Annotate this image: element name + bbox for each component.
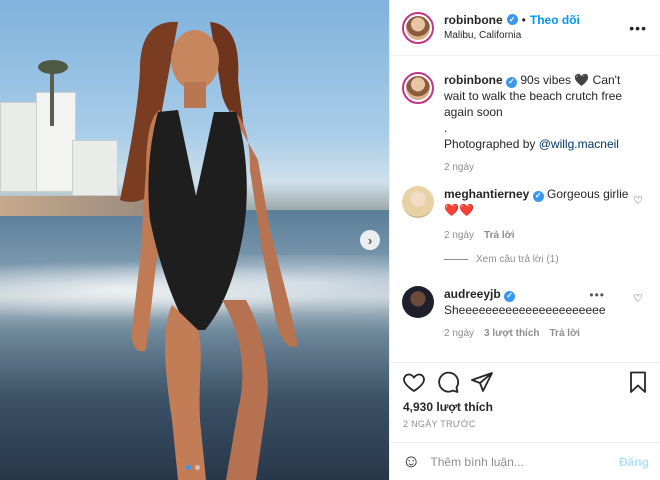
verified-badge-icon: ✓: [504, 290, 516, 302]
instagram-post: › robinbone ✓ • Theo dõi Malibu, Califor…: [0, 0, 660, 480]
author-avatar[interactable]: [402, 11, 434, 44]
comment-avatar[interactable]: [402, 286, 434, 318]
comment-time[interactable]: 2 ngày: [444, 326, 474, 342]
photo-woman-figure: [120, 21, 298, 480]
caption-time[interactable]: 2 ngày: [444, 160, 474, 176]
comment-input[interactable]: [430, 454, 619, 469]
post-location[interactable]: Malibu, California: [444, 28, 580, 44]
post-photo[interactable]: ›: [0, 0, 389, 480]
likes-count[interactable]: 4,930 lượt thích: [403, 400, 493, 414]
verified-badge-icon: ✓: [506, 76, 518, 88]
post-header: robinbone ✓ • Theo dõi Malibu, Californi…: [390, 0, 660, 56]
emoji-icon[interactable]: ☺: [402, 451, 420, 472]
post-actions: [402, 370, 652, 396]
add-comment-bar: ☺ Đăng: [390, 442, 660, 480]
comment-options-icon[interactable]: •••: [589, 288, 605, 302]
comment-avatar[interactable]: [402, 186, 434, 218]
header-separator: •: [521, 12, 526, 27]
comment-bubble-icon[interactable]: [436, 370, 460, 394]
caption-avatar[interactable]: [402, 72, 434, 104]
share-send-icon[interactable]: [470, 370, 494, 394]
comment-like-heart-icon[interactable]: ♡: [633, 194, 643, 207]
caption-dot: .: [444, 121, 448, 135]
caption-username[interactable]: robinbone: [444, 73, 503, 87]
comment-emoji-text: ❤️❤️: [444, 203, 474, 217]
comment-like-heart-icon[interactable]: ♡: [633, 292, 643, 305]
carousel-next-button[interactable]: ›: [360, 230, 380, 250]
view-replies-line: [444, 259, 468, 260]
comment-username[interactable]: audreeyjb: [444, 287, 501, 301]
like-heart-icon[interactable]: [402, 370, 426, 394]
caption-photographed-by: Photographed by: [444, 137, 536, 151]
more-options-icon[interactable]: •••: [629, 20, 647, 36]
post-comment-button[interactable]: Đăng: [619, 455, 649, 469]
post-timestamp[interactable]: 2 NGÀY TRƯỚC: [403, 419, 476, 429]
comment-time[interactable]: 2 ngày: [444, 228, 474, 244]
post-side-panel: robinbone ✓ • Theo dõi Malibu, Californi…: [389, 0, 660, 480]
comment-username[interactable]: meghantierney: [444, 187, 529, 201]
comment-reply-button[interactable]: Trả lời: [484, 228, 514, 244]
comment-reply-button[interactable]: Trả lời: [550, 326, 580, 342]
comment-text: Gorgeous girlie: [547, 187, 629, 201]
comments-list: robinbone ✓ 90s vibes 🖤 Can't wait to wa…: [390, 56, 660, 360]
comment-text: Sheeeeeeeeeeeeeeeeeeeeee: [444, 303, 606, 317]
carousel-dot: [195, 465, 200, 470]
author-username[interactable]: robinbone: [444, 12, 503, 28]
caption-mention-link[interactable]: @willg.macneil: [539, 137, 619, 151]
chevron-right-icon: ›: [367, 232, 373, 248]
save-bookmark-icon[interactable]: [626, 370, 650, 394]
comment-likes-count[interactable]: 3 lượt thích: [484, 326, 539, 342]
carousel-indicator: [186, 465, 200, 470]
follow-button[interactable]: Theo dõi: [530, 12, 580, 28]
view-replies-button[interactable]: Xem câu trả lời (1): [444, 254, 559, 265]
verified-badge-icon: ✓: [506, 14, 518, 25]
view-replies-label: Xem câu trả lời (1): [476, 254, 559, 265]
actions-divider: [390, 362, 660, 363]
verified-badge-icon: ✓: [532, 190, 544, 202]
carousel-dot-active: [186, 465, 191, 470]
